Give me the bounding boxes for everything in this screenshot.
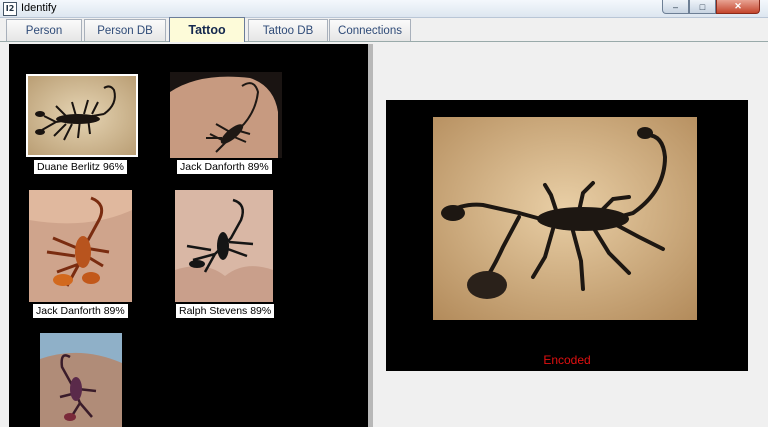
maximize-button[interactable]: □ xyxy=(689,0,716,14)
scorpion-tattoo-thumbnail[interactable] xyxy=(29,190,132,302)
results-panel: Duane Berlitz 96% Jack Danforth 89% Jack… xyxy=(9,44,373,427)
preview-panel: Encoded xyxy=(386,100,748,371)
tab-connections[interactable]: Connections xyxy=(329,19,411,41)
scorpion-tattoo-thumbnail[interactable] xyxy=(175,190,273,302)
tab-tattoo-db[interactable]: Tattoo DB xyxy=(248,19,328,41)
scorpion-tattoo-image xyxy=(433,117,697,320)
result-caption: Jack Danforth 89% xyxy=(177,160,272,174)
scorpion-tattoo-thumbnail[interactable] xyxy=(40,333,122,427)
tab-person[interactable]: Person xyxy=(6,19,82,41)
result-caption: Duane Berlitz 96% xyxy=(34,160,127,174)
tab-tattoo[interactable]: Tattoo xyxy=(169,17,245,42)
minimize-button[interactable]: – xyxy=(662,0,689,14)
minimize-icon: – xyxy=(672,1,678,12)
scorpion-tattoo-thumbnail[interactable] xyxy=(170,72,282,158)
app-icon: I2 xyxy=(3,2,17,16)
scorpion-tattoo-thumbnail[interactable] xyxy=(26,74,138,157)
result-caption: Ralph Stevens 89% xyxy=(176,304,275,318)
result-caption: Jack Danforth 89% xyxy=(33,304,128,318)
window-title: Identify xyxy=(21,2,57,14)
tab-strip-divider xyxy=(0,41,768,42)
title-bar: I2 Identify – □ ✕ xyxy=(0,0,768,18)
maximize-icon: □ xyxy=(699,1,706,12)
close-button[interactable]: ✕ xyxy=(716,0,760,14)
encoding-status: Encoded xyxy=(543,353,591,367)
close-icon: ✕ xyxy=(734,1,742,11)
tab-person-db[interactable]: Person DB xyxy=(84,19,166,41)
